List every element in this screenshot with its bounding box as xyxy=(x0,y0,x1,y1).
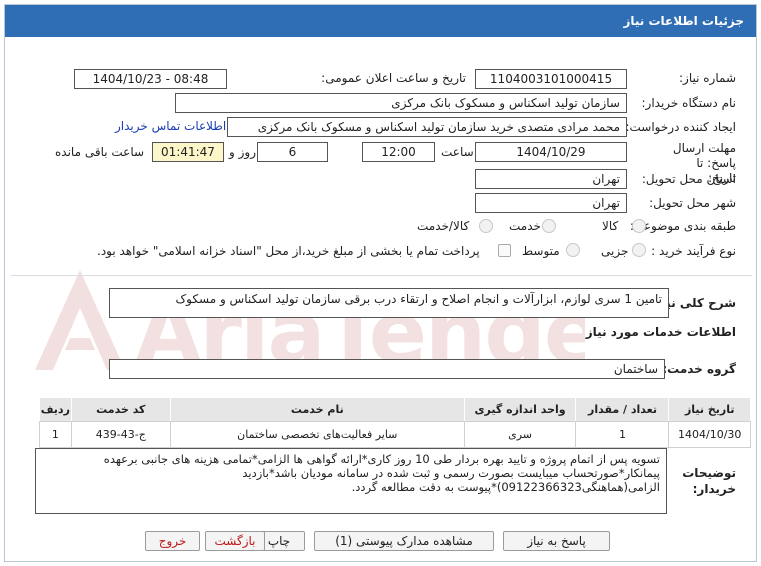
details-window: جزئیات اطلاعات نیاز AriaTender.net شماره… xyxy=(4,4,757,562)
col-service-name: نام خدمت xyxy=(169,397,465,422)
category-goods-service-label: کالا/خدمت xyxy=(417,219,470,233)
col-unit: واحد اندازه گیری xyxy=(463,397,577,422)
category-service-radio[interactable] xyxy=(542,219,556,233)
buyer-org-field: سازمان تولید اسکناس و مسکوک بانک مرکزی xyxy=(175,93,627,113)
process-medium-label: متوسط xyxy=(522,244,560,258)
process-medium-radio[interactable] xyxy=(566,243,580,257)
need-number-label: شماره نیاز: xyxy=(679,71,736,85)
requester-label: ایجاد کننده درخواست: xyxy=(625,120,736,134)
services-section-title: اطلاعات خدمات مورد نیاز xyxy=(585,325,736,339)
watermark-mark-icon xyxy=(35,270,125,370)
cell-quantity: 1 xyxy=(575,421,670,448)
cell-service-name: سایر فعالیت‌های تخصصی ساختمان xyxy=(169,421,465,448)
reply-button[interactable]: پاسخ به نیاز xyxy=(503,531,610,551)
section-divider xyxy=(11,275,752,276)
days-label: روز و xyxy=(229,145,256,159)
cell-row: 1 xyxy=(39,421,72,448)
back-button[interactable]: بازگشت xyxy=(205,531,265,551)
city-field: تهران xyxy=(475,193,627,213)
deadline-hour-label: ساعت xyxy=(441,145,474,159)
cell-need-date: 1404/10/30 xyxy=(668,421,751,448)
announce-field: 1404/10/23 - 08:48 xyxy=(74,69,227,89)
city-label: شهر محل تحویل: xyxy=(649,196,736,210)
service-group-field: ساختمان xyxy=(109,359,665,379)
col-service-code: کد خدمت xyxy=(70,397,171,422)
window-title: جزئیات اطلاعات نیاز xyxy=(5,5,756,37)
requester-field: محمد مرادی متصدی خرید سازمان تولید اسکنا… xyxy=(227,117,627,137)
deadline-date-field: 1404/10/29 xyxy=(475,142,627,162)
category-goods-label: کالا xyxy=(602,219,619,233)
remaining-label: ساعت باقی مانده xyxy=(55,145,145,159)
exit-button[interactable]: خروج xyxy=(145,531,200,551)
treasury-payment-checkbox[interactable] xyxy=(498,244,511,257)
buyer-notes-field: تسویه پس از اتمام پروژه و تایید بهره برد… xyxy=(35,448,667,514)
buyer-contact-link[interactable]: اطلاعات تماس خریدار xyxy=(115,119,226,133)
announce-label: تاریخ و ساعت اعلان عمومی: xyxy=(321,71,466,85)
category-service-label: خدمت xyxy=(509,219,541,233)
category-goods-radio[interactable] xyxy=(632,219,646,233)
process-label: نوع فرآیند خرید : xyxy=(651,244,736,258)
need-number-field: 1104003101000415 xyxy=(475,69,627,89)
col-quantity: تعداد / مقدار xyxy=(575,397,670,422)
cell-unit: سری xyxy=(463,421,577,448)
cell-service-code: ج-43-439 xyxy=(70,421,171,448)
summary-field: تامین 1 سری لوازم، ابزارآلات و انجام اصل… xyxy=(109,288,669,318)
province-label: استان محل تحویل: xyxy=(641,172,736,186)
services-table: تاریخ نیاز تعداد / مقدار واحد اندازه گیر… xyxy=(39,397,751,448)
service-group-label: گروه خدمت: xyxy=(662,362,736,376)
treasury-payment-note: پرداخت تمام یا بخشی از مبلغ خرید،از محل … xyxy=(97,244,480,258)
remaining-time-field: 01:41:47 xyxy=(152,142,224,162)
col-need-date: تاریخ نیاز xyxy=(668,397,751,422)
days-remaining-field: 6 xyxy=(257,142,328,162)
col-row: ردیف xyxy=(39,397,72,422)
attachments-button[interactable]: مشاهده مدارک پیوستی (1) xyxy=(314,531,494,551)
province-field: تهران xyxy=(475,169,627,189)
table-row: 1404/10/30 1 سری سایر فعالیت‌های تخصصی س… xyxy=(39,421,751,448)
process-minor-label: جزیی xyxy=(601,244,629,258)
deadline-time-field: 12:00 xyxy=(362,142,435,162)
process-minor-radio[interactable] xyxy=(632,243,646,257)
buyer-notes-label: توضیحات خریدار: xyxy=(682,466,736,496)
buyer-org-label: نام دستگاه خریدار: xyxy=(641,96,737,110)
category-goods-service-radio[interactable] xyxy=(479,219,493,233)
